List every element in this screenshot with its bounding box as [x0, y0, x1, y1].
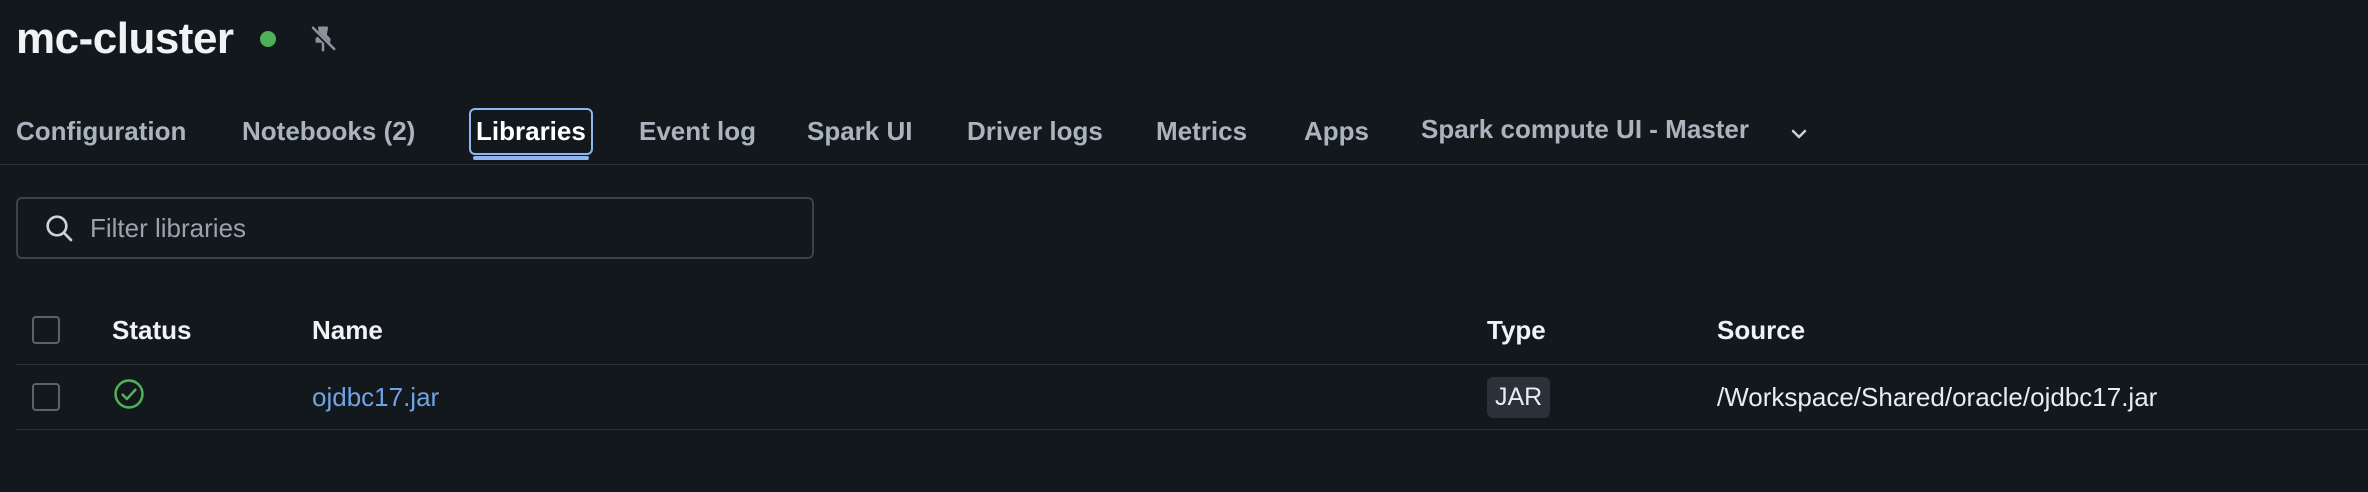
cluster-page: mc-cluster Configuration Notebooks (2) L…: [0, 0, 2368, 492]
libraries-table: Status Name Type Source ojdbc17.jar JAR …: [16, 296, 2368, 430]
pin-off-icon[interactable]: [306, 22, 340, 56]
table-header-row: Status Name Type Source: [16, 296, 2368, 365]
status-cell: [112, 365, 146, 429]
page-title: mc-cluster: [16, 14, 234, 63]
tab-driver-logs[interactable]: Driver logs: [967, 116, 1103, 147]
running-status-dot: [259, 31, 276, 47]
column-header-name[interactable]: Name: [312, 296, 383, 364]
tab-spark-ui[interactable]: Spark UI: [807, 116, 913, 147]
column-header-status[interactable]: Status: [112, 296, 191, 364]
row-checkbox[interactable]: [32, 383, 60, 411]
search-icon: [42, 211, 76, 245]
filter-libraries-input[interactable]: [88, 211, 792, 245]
tab-event-log[interactable]: Event log: [639, 116, 756, 147]
row-select-cell: [32, 365, 60, 429]
table-row: ojdbc17.jar JAR /Workspace/Shared/oracle…: [16, 365, 2368, 430]
check-circle-icon: [112, 377, 146, 418]
column-header-type[interactable]: Type: [1487, 296, 1546, 364]
column-header-source[interactable]: Source: [1717, 296, 1805, 364]
page-header: mc-cluster: [16, 8, 340, 70]
select-all-cell: [32, 296, 60, 364]
tab-libraries[interactable]: Libraries: [469, 108, 593, 160]
library-name-link[interactable]: ojdbc17.jar: [312, 382, 439, 413]
tab-configuration[interactable]: Configuration: [16, 116, 186, 147]
tab-apps[interactable]: Apps: [1304, 116, 1369, 147]
tab-bar: Configuration Notebooks (2) Libraries Ev…: [0, 108, 2368, 165]
filter-libraries-field[interactable]: [16, 197, 814, 259]
tab-metrics[interactable]: Metrics: [1156, 116, 1247, 147]
select-all-checkbox[interactable]: [32, 316, 60, 344]
tab-spark-compute-ui-master[interactable]: Spark compute UI - Master: [1421, 114, 1749, 145]
library-source-path: /Workspace/Shared/oracle/ojdbc17.jar: [1717, 381, 2158, 412]
library-type-badge: JAR: [1487, 376, 1551, 418]
tab-notebooks[interactable]: Notebooks (2): [242, 116, 415, 147]
source-cell: /Workspace/Shared/oracle/ojdbc17.jar: [1717, 365, 2157, 429]
chevron-down-icon[interactable]: [1787, 122, 1811, 146]
name-cell: ojdbc17.jar: [312, 365, 439, 429]
type-cell: JAR: [1487, 365, 1551, 429]
